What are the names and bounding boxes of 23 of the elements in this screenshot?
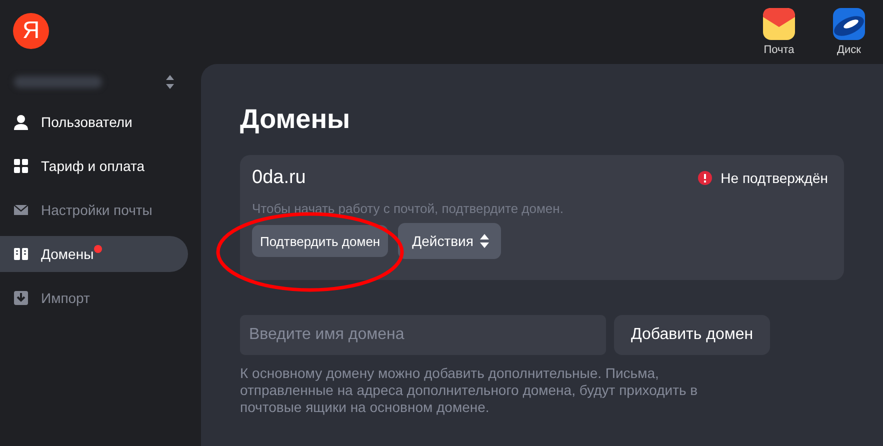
warning-icon bbox=[698, 171, 712, 185]
page-title: Домены bbox=[240, 104, 352, 135]
download-icon bbox=[13, 290, 29, 306]
sidebar-item[interactable]: Тариф и оплата bbox=[0, 148, 188, 184]
sidebar-item[interactable]: Домены bbox=[0, 236, 188, 272]
status-text: Не подтверждён bbox=[720, 170, 828, 186]
domain-name-field[interactable]: Введите имя домена bbox=[240, 315, 606, 355]
envelope-icon bbox=[13, 202, 29, 218]
add-domain-button[interactable]: Добавить домен bbox=[614, 315, 770, 355]
sort-icon bbox=[480, 234, 490, 248]
grid-icon bbox=[13, 158, 29, 174]
person-icon bbox=[13, 114, 29, 130]
envelope-icon bbox=[762, 7, 796, 41]
actions-button[interactable]: Действия bbox=[398, 223, 502, 259]
logo[interactable]: Я bbox=[13, 13, 49, 49]
columns-icon bbox=[13, 246, 29, 262]
app-launcher[interactable]: Диск bbox=[829, 0, 869, 56]
confirm-domain-button[interactable]: Подтвердить домен bbox=[252, 225, 388, 257]
sidebar-item[interactable]: Пользователи bbox=[0, 104, 188, 140]
sort-icon[interactable] bbox=[165, 75, 175, 89]
domain-name: 0da.ru bbox=[252, 167, 306, 189]
help-text: К основному домену можно добавить дополнительные. Письма, отправленные на адреса дополнительного домена, будут приходить в почтовые ящики на основном домене. bbox=[240, 365, 699, 416]
app-launcher[interactable]: Почта bbox=[759, 0, 799, 56]
